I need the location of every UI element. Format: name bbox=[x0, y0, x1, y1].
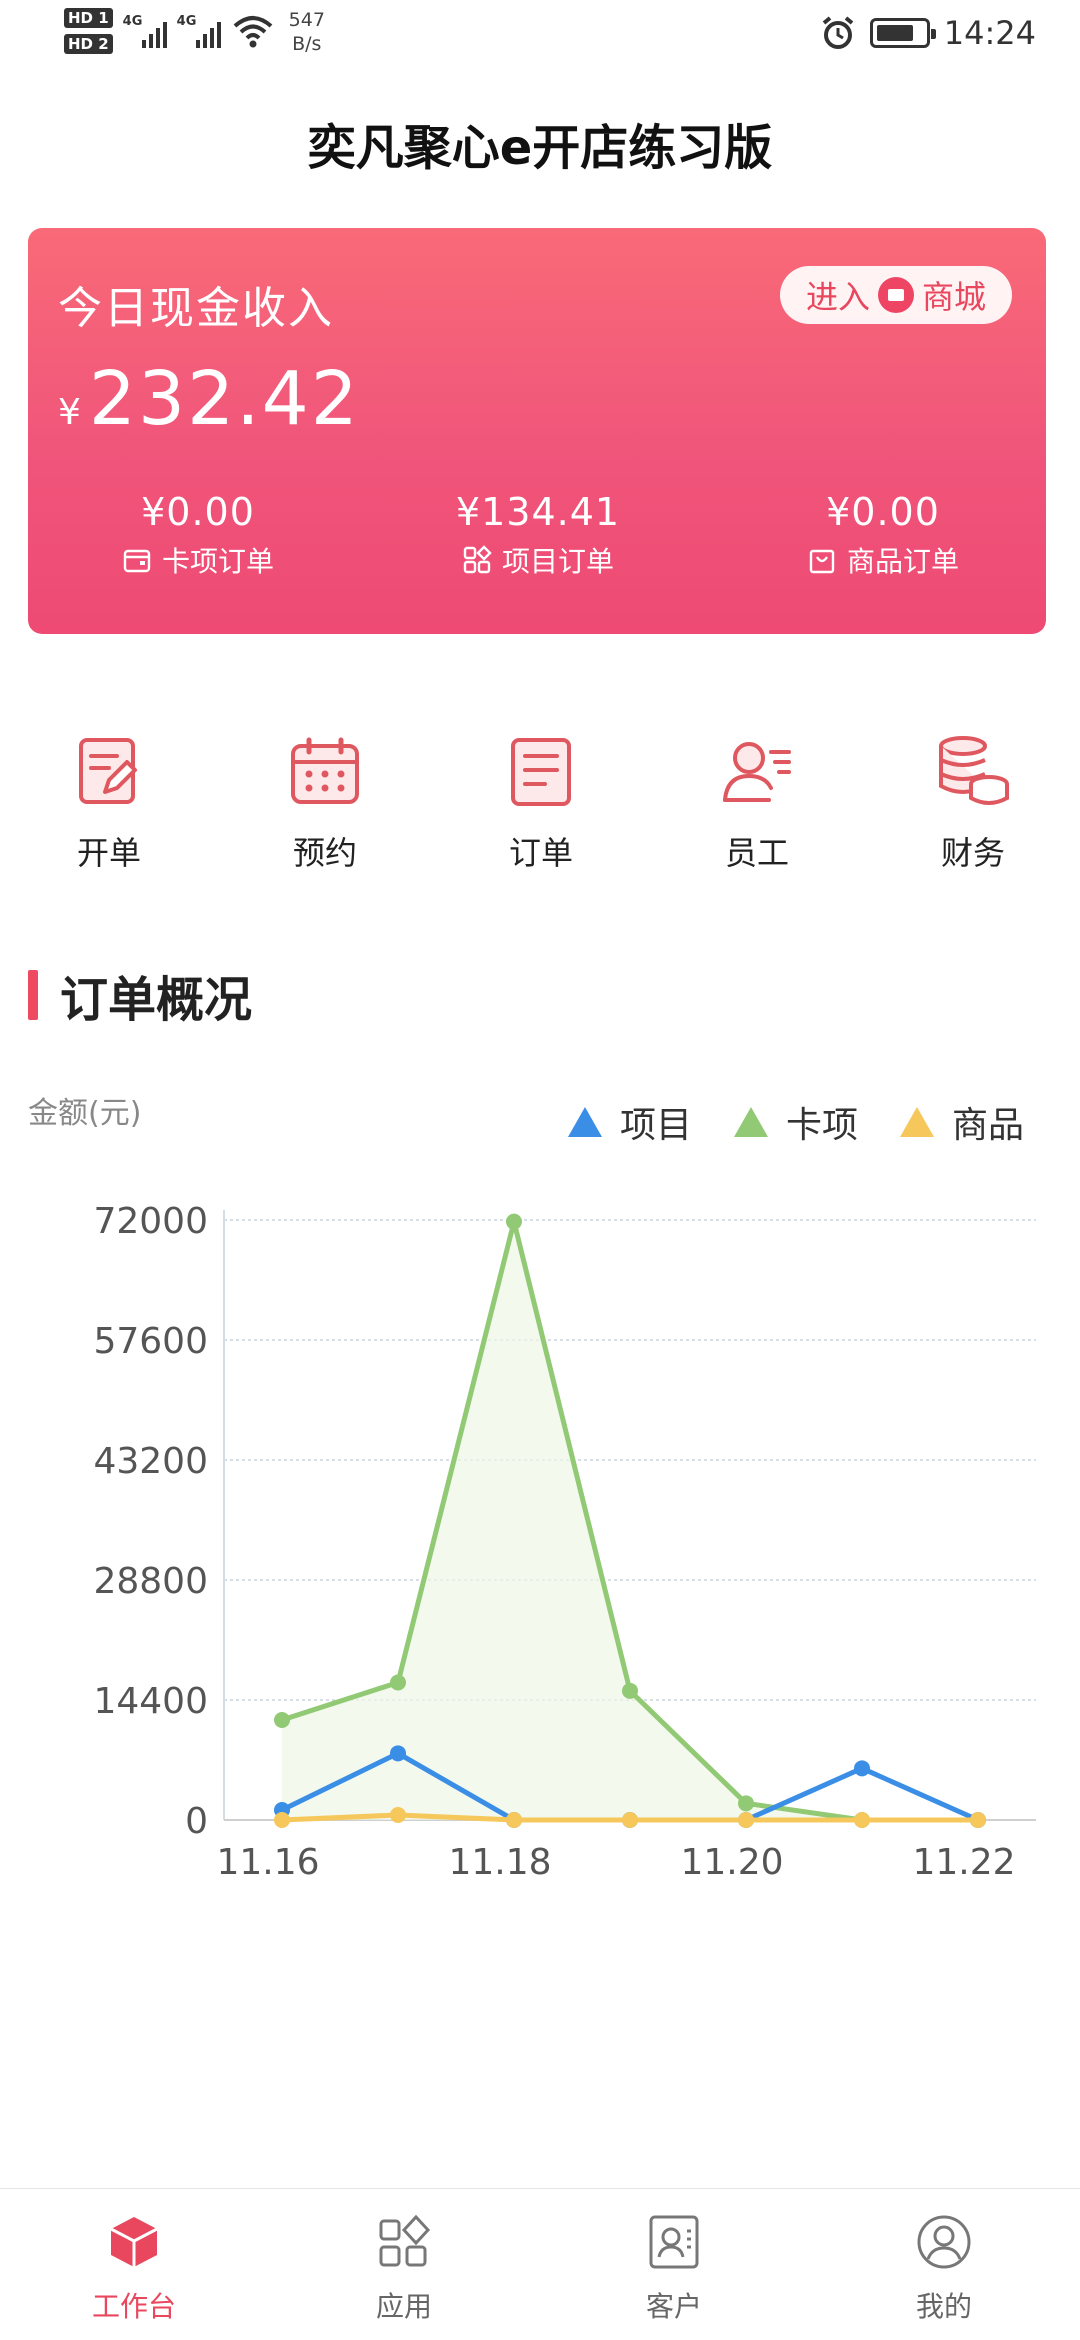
menu-orders[interactable]: 订单 bbox=[466, 732, 616, 874]
income-card: 今日现金收入 ¥ 232.42 进入 商城 ¥0.00 卡项订单 ¥134.41 bbox=[28, 228, 1046, 634]
y-tick-label: 28800 bbox=[93, 1561, 208, 1602]
y-tick-label: 43200 bbox=[93, 1441, 208, 1482]
data-point bbox=[738, 1812, 754, 1828]
signal-icon: 4G bbox=[123, 8, 167, 52]
status-bar: HD 1 HD 2 4G 4G 547 B/s 14:24 bbox=[0, 0, 1080, 80]
contact-card-icon bbox=[649, 2215, 699, 2269]
menu-label: 预约 bbox=[292, 834, 357, 872]
stat-goods-orders[interactable]: ¥0.00 商品订单 bbox=[748, 490, 1018, 580]
calendar-icon bbox=[291, 737, 359, 804]
card-icon bbox=[123, 549, 151, 573]
tab-label: 工作台 bbox=[91, 2290, 176, 2323]
y-tick-label: 57600 bbox=[93, 1321, 208, 1362]
menu-label: 订单 bbox=[508, 834, 573, 872]
status-left: HD 1 HD 2 4G 4G 547 B/s bbox=[64, 8, 325, 56]
stat-label: 商品订单 bbox=[846, 545, 959, 578]
order-chart: 金额(元) 项目 卡项 商品 72000 57600 43200 28800 14400… bbox=[0, 1080, 1080, 1900]
x-tick-label: 11.18 bbox=[448, 1842, 551, 1883]
mall-button-label: 商城 bbox=[921, 278, 986, 316]
data-point bbox=[854, 1812, 870, 1828]
wifi-icon bbox=[233, 16, 272, 48]
tab-label: 客户 bbox=[645, 2290, 702, 2323]
data-point bbox=[390, 1807, 406, 1823]
section-accent-bar bbox=[28, 970, 38, 1020]
status-time: 14:24 bbox=[943, 14, 1036, 52]
stat-label: 卡项订单 bbox=[161, 545, 274, 578]
profile-icon bbox=[917, 2215, 971, 2269]
menu-staff[interactable]: 员工 bbox=[682, 732, 832, 874]
data-point bbox=[390, 1745, 406, 1762]
section-title-text: 订单概况 bbox=[60, 972, 253, 1028]
data-point bbox=[390, 1674, 406, 1691]
data-point bbox=[506, 1213, 522, 1230]
stat-card-orders[interactable]: ¥0.00 卡项订单 bbox=[68, 490, 328, 580]
page-title: 奕凡聚心e开店练习版 bbox=[307, 120, 773, 176]
hd-badges: HD 1 HD 2 bbox=[64, 8, 113, 54]
menu-label: 员工 bbox=[724, 834, 789, 872]
stat-label: 项目订单 bbox=[501, 545, 614, 578]
tab-customers[interactable]: 客户 bbox=[594, 2213, 754, 2325]
data-point bbox=[970, 1812, 986, 1828]
tab-apps[interactable]: 应用 bbox=[324, 2213, 484, 2325]
apps-icon bbox=[379, 2214, 431, 2267]
data-point bbox=[854, 1760, 870, 1777]
edit-doc-icon bbox=[79, 738, 137, 804]
status-right: 14:24 bbox=[820, 14, 1036, 52]
menu-open-order[interactable]: 开单 bbox=[34, 732, 184, 874]
network-type-2: 4G bbox=[176, 14, 197, 29]
data-point bbox=[274, 1712, 290, 1728]
cube-icon bbox=[110, 2217, 158, 2267]
series-area bbox=[282, 1221, 978, 1820]
x-tick-label: 11.16 bbox=[216, 1842, 319, 1883]
stat-value: ¥0.00 bbox=[826, 490, 940, 534]
currency-symbol: ¥ bbox=[58, 392, 81, 433]
enter-mall-button[interactable]: 进入 商城 bbox=[779, 266, 1012, 324]
bottom-tab-bar: 工作台 应用 客户 我的 bbox=[0, 2188, 1080, 2340]
x-tick-label: 11.22 bbox=[912, 1842, 1015, 1883]
grid-icon bbox=[463, 545, 492, 574]
signal-icon: 4G bbox=[177, 8, 221, 52]
menu-appointment[interactable]: 预约 bbox=[250, 732, 400, 874]
tab-label: 应用 bbox=[375, 2290, 432, 2323]
network-speed: 547 B/s bbox=[288, 9, 325, 55]
network-type-1: 4G bbox=[122, 14, 143, 29]
list-doc-icon bbox=[511, 738, 571, 806]
staff-icon bbox=[723, 742, 791, 802]
data-point bbox=[506, 1812, 522, 1828]
data-point bbox=[274, 1812, 290, 1828]
y-tick-label: 0 bbox=[185, 1801, 208, 1842]
stat-value: ¥0.00 bbox=[141, 490, 255, 534]
quick-menu: 开单 预约 订单 员工 财务 bbox=[0, 732, 1080, 882]
menu-label: 开单 bbox=[76, 834, 141, 872]
bag-icon bbox=[809, 549, 835, 574]
store-icon bbox=[877, 277, 914, 313]
tab-me[interactable]: 我的 bbox=[864, 2213, 1024, 2325]
data-point bbox=[622, 1682, 638, 1699]
mall-button-enter: 进入 bbox=[805, 278, 870, 316]
hd-badge-1: HD 1 bbox=[64, 8, 113, 28]
stat-project-orders[interactable]: ¥134.41 项目订单 bbox=[408, 490, 668, 580]
data-point bbox=[622, 1812, 638, 1828]
tab-label: 我的 bbox=[915, 2290, 972, 2323]
income-label: 今日现金收入 bbox=[58, 283, 334, 334]
x-tick-label: 11.20 bbox=[680, 1842, 783, 1883]
income-amount: ¥ 232.42 bbox=[58, 356, 360, 442]
section-title: 订单概况 bbox=[28, 960, 252, 1030]
stat-value: ¥134.41 bbox=[455, 490, 621, 534]
alarm-icon bbox=[822, 16, 854, 49]
hd-badge-2: HD 2 bbox=[64, 34, 113, 54]
line-chart-plot: 72000 57600 43200 28800 14400 011.16 11.18 11.2… bbox=[93, 1201, 1036, 1883]
y-tick-label: 72000 bbox=[93, 1201, 208, 1242]
battery-icon bbox=[869, 18, 936, 48]
menu-label: 财务 bbox=[940, 834, 1005, 872]
y-tick-label: 14400 bbox=[93, 1681, 208, 1722]
coins-icon bbox=[939, 736, 1009, 805]
tab-workbench[interactable]: 工作台 bbox=[54, 2213, 214, 2325]
menu-finance[interactable]: 财务 bbox=[898, 732, 1048, 874]
income-value: 232.42 bbox=[88, 356, 360, 442]
data-point bbox=[738, 1795, 754, 1812]
